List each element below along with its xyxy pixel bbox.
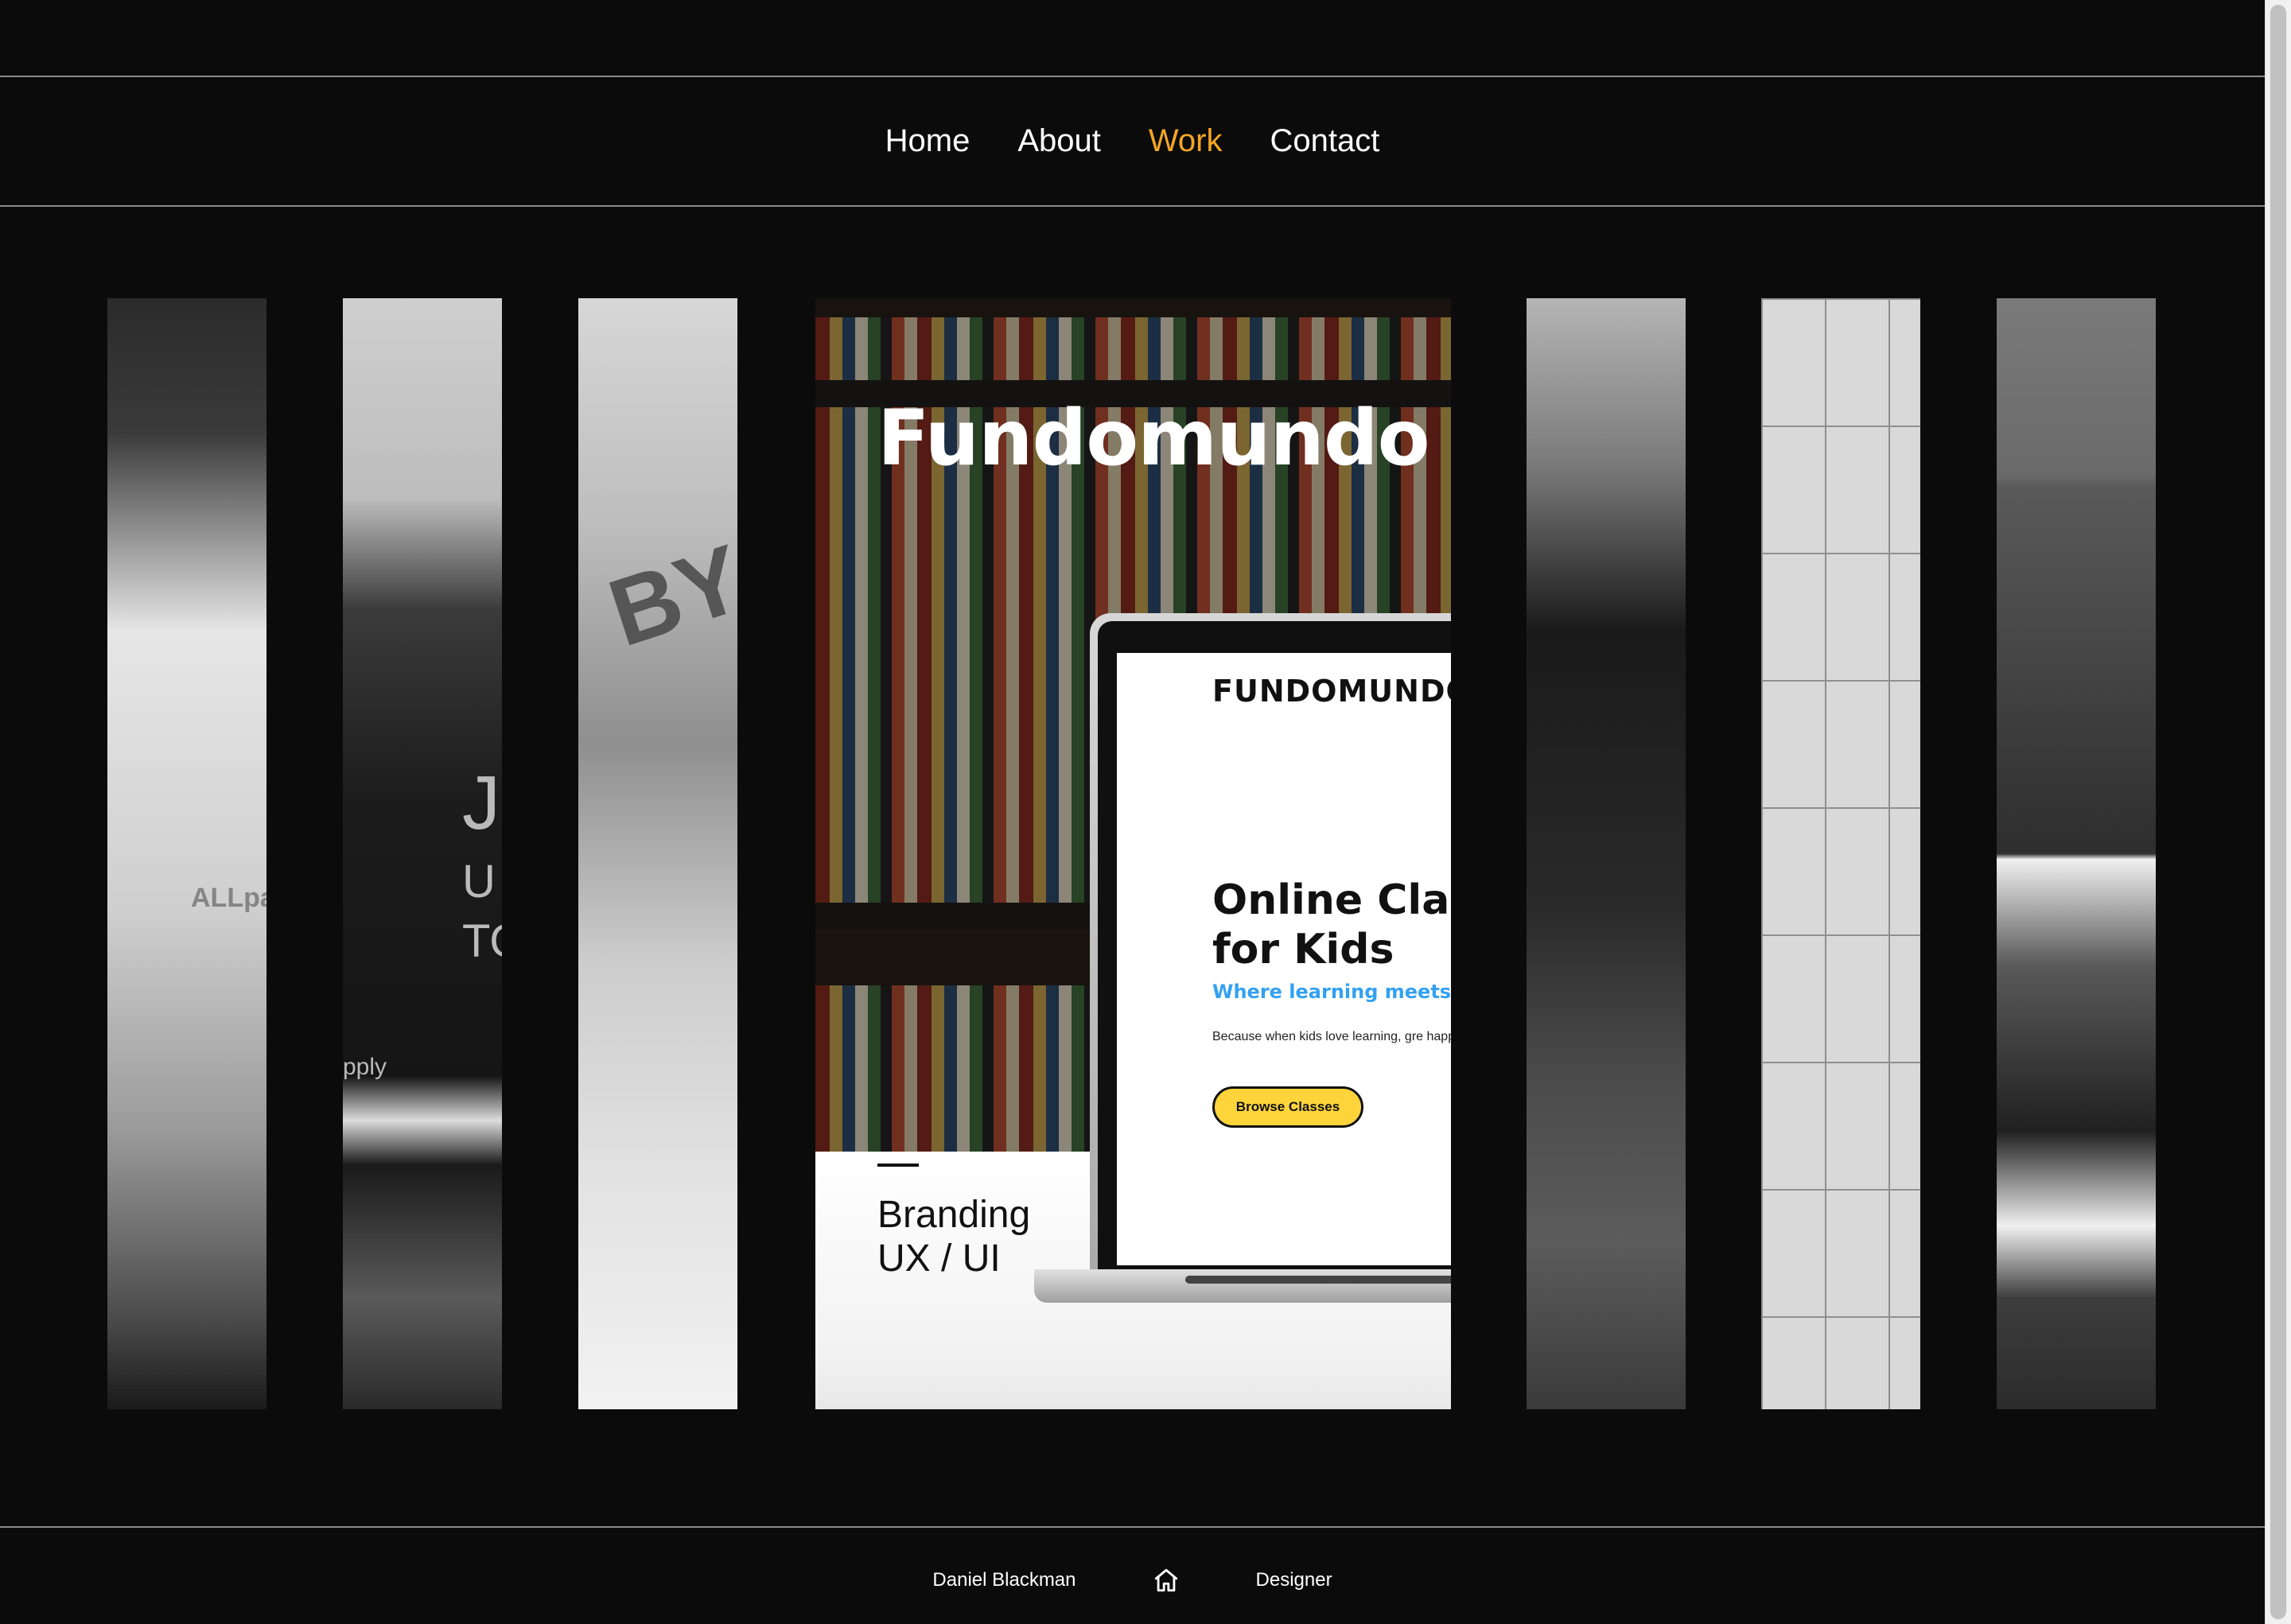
featured-title: Fundomundo — [877, 394, 1430, 483]
strip2-text-3: TO — [462, 915, 502, 967]
tag-ux-ui: UX / UI — [877, 1237, 1001, 1280]
screen-headline-line1: Online Clas — [1212, 876, 1451, 924]
nav-work[interactable]: Work — [1149, 123, 1223, 159]
laptop-keys — [1185, 1276, 1451, 1284]
project-strip-1[interactable]: ALLpa — [107, 298, 266, 1409]
project-strip-6[interactable] — [1761, 298, 1920, 1409]
main-nav: Home About Work Contact — [0, 76, 2265, 207]
laptop-screen: FUNDOMUNDO Online Clas for Kids Where le… — [1117, 653, 1451, 1265]
laptop-mockup: FUNDOMUNDO Online Clas for Kids Where le… — [1034, 613, 1451, 1303]
nav-home[interactable]: Home — [885, 123, 970, 159]
footer: Daniel Blackman Designer — [0, 1526, 2265, 1624]
laptop-base — [1034, 1269, 1451, 1303]
browse-classes-button[interactable]: Browse Classes — [1212, 1086, 1363, 1128]
nav-about[interactable]: About — [1017, 123, 1101, 159]
project-strip-2[interactable]: J U TO pply — [343, 298, 502, 1409]
fundomundo-logo: FUNDOMUNDO — [1212, 674, 1451, 709]
scrollbar-thumb[interactable] — [2270, 5, 2286, 1619]
project-strip-5[interactable] — [1527, 298, 1686, 1409]
strip2-text-1: J — [462, 760, 500, 845]
footer-role: Designer — [1255, 1568, 1332, 1591]
tag-branding: Branding — [877, 1194, 1031, 1236]
screen-body-text: Because when kids love learning, gre hap… — [1212, 1030, 1451, 1043]
home-icon[interactable] — [1153, 1567, 1180, 1594]
nav-contact[interactable]: Contact — [1270, 123, 1379, 159]
featured-tags: Branding UX / UI — [877, 1193, 1030, 1280]
strip2-text-2: U — [462, 856, 496, 907]
strip2-text-4: pply — [343, 1054, 387, 1080]
shelf-top — [815, 298, 1451, 317]
vertical-scrollbar[interactable] — [2265, 0, 2291, 1624]
featured-project-card[interactable]: Fundomundo Branding UX / UI FUNDOMUNDO O… — [815, 298, 1451, 1409]
screen-headline-line2: for Kids — [1212, 926, 1394, 973]
caption-dash — [877, 1164, 919, 1167]
footer-name: Daniel Blackman — [932, 1568, 1076, 1591]
project-strip-3[interactable]: BY — [578, 298, 737, 1409]
project-strip-7[interactable] — [1997, 298, 2156, 1409]
screen-headline: Online Clas for Kids — [1212, 876, 1451, 974]
strip3-text: BY — [597, 524, 737, 667]
page: Home About Work Contact ALLpa J U TO ppl… — [0, 0, 2291, 1624]
strip1-text: ALLpa — [191, 883, 266, 913]
screen-subheadline: Where learning meets — [1212, 981, 1451, 1003]
